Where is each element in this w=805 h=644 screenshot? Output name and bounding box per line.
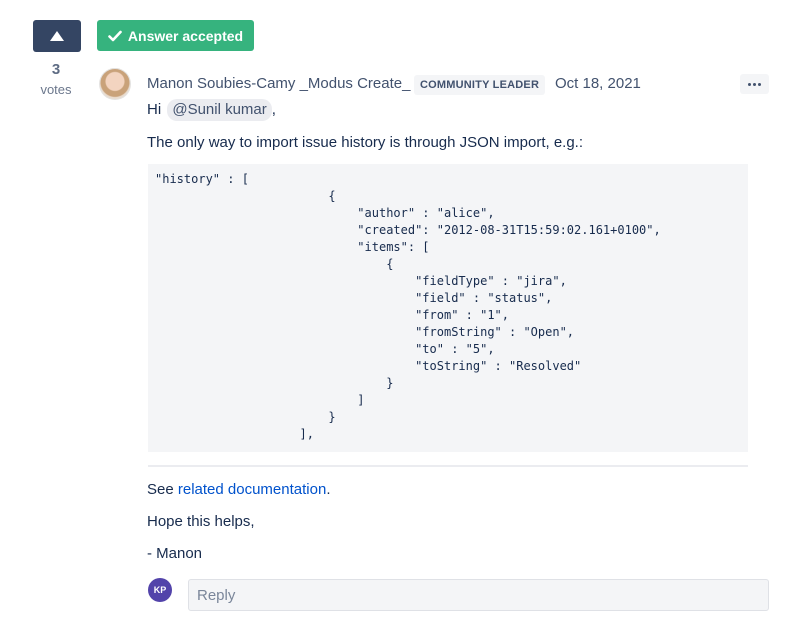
vote-counter: 3 votes bbox=[33, 62, 79, 100]
related-documentation-link[interactable]: related documentation bbox=[178, 481, 326, 498]
community-leader-badge: COMMUNITY LEADER bbox=[414, 75, 546, 95]
post-date: Oct 18, 2021 bbox=[555, 75, 641, 92]
author-name[interactable]: Manon Soubies-Camy _Modus Create_ bbox=[147, 75, 410, 92]
closing-text: Hope this helps, bbox=[147, 513, 255, 530]
greeting-suffix: , bbox=[271, 101, 276, 118]
see-prefix: See bbox=[147, 481, 174, 498]
vote-label: votes bbox=[40, 82, 72, 97]
code-block: "history" : [ { "author" : "alice", "cre… bbox=[148, 164, 748, 452]
greeting-text: Hi bbox=[147, 101, 162, 118]
vote-count: 3 bbox=[51, 61, 61, 78]
user-mention[interactable]: @Sunil kumar bbox=[167, 99, 272, 121]
greeting-line: Hi @Sunil kumar, bbox=[147, 99, 276, 121]
more-options-button[interactable] bbox=[740, 74, 769, 94]
checkmark-icon bbox=[108, 30, 122, 41]
upvote-triangle-icon bbox=[50, 31, 64, 41]
answer-accepted-label: Answer accepted bbox=[127, 27, 244, 44]
more-dots-icon bbox=[748, 82, 751, 86]
see-line: See related documentation. bbox=[147, 480, 330, 500]
intro-text: The only way to import issue history is … bbox=[147, 134, 584, 151]
upvote-button[interactable] bbox=[33, 20, 81, 52]
see-suffix: . bbox=[326, 481, 331, 498]
reply-input[interactable] bbox=[188, 579, 769, 611]
signature: - Manon bbox=[147, 545, 203, 562]
current-user-avatar: KP bbox=[148, 578, 172, 602]
code-block-divider bbox=[148, 465, 748, 467]
answer-accepted-badge: Answer accepted bbox=[97, 20, 254, 51]
author-avatar[interactable] bbox=[99, 68, 131, 100]
